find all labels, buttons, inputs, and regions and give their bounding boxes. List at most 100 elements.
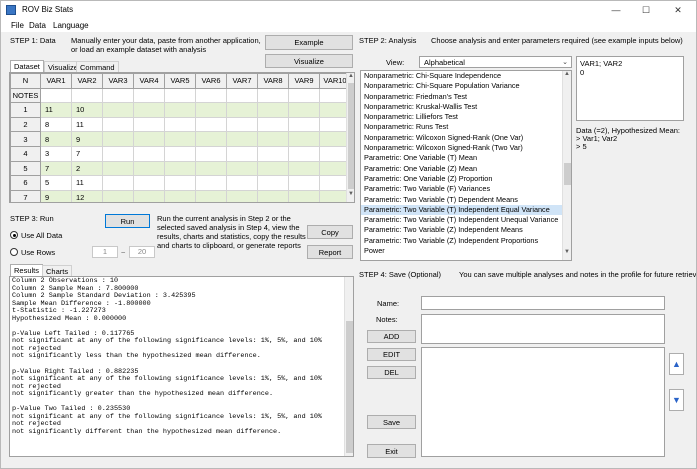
grid-cell[interactable] (133, 102, 165, 118)
grid-cell[interactable] (257, 87, 289, 104)
grid-cell[interactable] (102, 87, 134, 104)
grid-cell[interactable] (133, 87, 165, 104)
grid-cell[interactable] (288, 131, 320, 147)
column-header[interactable]: VAR4 (133, 73, 165, 89)
parameter-input[interactable]: VAR1; VAR2 0 (576, 56, 684, 121)
analysis-vertical-scrollbar[interactable]: ▲ ▼ (562, 71, 571, 260)
grid-cell[interactable] (195, 102, 227, 118)
minimize-button[interactable]: — (601, 3, 631, 17)
exit-button[interactable]: Exit (367, 444, 416, 458)
column-header[interactable]: VAR7 (226, 73, 258, 89)
grid-cell[interactable] (164, 145, 196, 162)
list-item[interactable]: Nonparametric: Wilcoxon Signed-Rank (One… (361, 133, 563, 143)
grid-cell[interactable] (164, 102, 196, 118)
list-item[interactable]: Nonparametric: Kruskal-Wallis Test (361, 102, 563, 112)
column-header[interactable]: VAR5 (164, 73, 196, 89)
list-item[interactable]: Nonparametric: Runs Test (361, 122, 563, 132)
grid-cell[interactable] (226, 189, 258, 202)
grid-cell[interactable]: 11 (71, 175, 103, 191)
view-select[interactable]: Alphabetical ⌄ (419, 56, 572, 68)
row-to-input[interactable]: 20 (129, 246, 155, 258)
name-input[interactable] (421, 296, 665, 310)
grid-cell[interactable] (102, 102, 134, 118)
grid-cell[interactable] (102, 131, 134, 147)
list-item[interactable]: Parametric: Two Variable (Z) Independent… (361, 236, 563, 246)
copy-button[interactable]: Copy (307, 225, 353, 239)
run-button[interactable]: Run (105, 214, 150, 228)
grid-cell[interactable] (288, 189, 320, 202)
grid-cell[interactable] (164, 116, 196, 133)
results-scroll-thumb[interactable] (346, 321, 353, 453)
results-panel[interactable]: Column 2 Observations : 10 Column 2 Samp… (9, 276, 354, 457)
move-down-button[interactable]: ▼ (669, 389, 684, 411)
grid-cell[interactable]: 7 (71, 145, 103, 162)
grid-cell[interactable]: 10 (71, 102, 103, 118)
grid-cell[interactable] (195, 87, 227, 104)
grid-cell[interactable]: 11 (71, 116, 103, 133)
grid-cell[interactable] (102, 189, 134, 202)
grid-cell[interactable] (133, 189, 165, 202)
tab-results[interactable]: Results (10, 264, 44, 276)
grid-cell[interactable] (195, 175, 227, 191)
grid-cell[interactable] (257, 175, 289, 191)
grid-cell[interactable]: 9 (40, 189, 72, 202)
grid-cell[interactable] (226, 87, 258, 104)
grid-cell[interactable] (257, 145, 289, 162)
grid-cell[interactable]: 8 (40, 131, 72, 147)
grid-cell[interactable]: 11 (40, 102, 72, 118)
analysis-list[interactable]: Nonparametric: Chi-Square Independence No… (360, 70, 572, 261)
tab-dataset[interactable]: Dataset (10, 60, 44, 72)
notes-input[interactable] (421, 314, 665, 344)
grid-cell[interactable] (226, 160, 258, 177)
tab-charts[interactable]: Charts (42, 265, 73, 276)
save-button[interactable]: Save (367, 415, 416, 429)
grid-cell[interactable] (102, 145, 134, 162)
grid-cell[interactable] (288, 160, 320, 177)
column-header[interactable]: VAR2 (71, 73, 103, 89)
grid-cell[interactable] (288, 87, 320, 104)
grid-cell[interactable] (288, 102, 320, 118)
grid-cell[interactable] (102, 160, 134, 177)
grid-cell[interactable] (288, 116, 320, 133)
grid-cell[interactable]: 5 (40, 175, 72, 191)
grid-cell[interactable] (195, 131, 227, 147)
grid-cell[interactable] (226, 145, 258, 162)
column-header[interactable]: VAR8 (257, 73, 289, 89)
list-item[interactable]: Nonparametric: Chi-Square Population Var… (361, 81, 563, 91)
grid-cell[interactable] (257, 131, 289, 147)
list-item[interactable]: Nonparametric: Wilcoxon Signed-Rank (Two… (361, 143, 563, 153)
list-item[interactable]: Parametric: Two Variable (T) Dependent M… (361, 195, 563, 205)
grid-cell[interactable] (195, 160, 227, 177)
use-rows-radio[interactable] (10, 248, 18, 256)
grid-cell[interactable] (226, 102, 258, 118)
analysis-scroll-thumb[interactable] (564, 163, 571, 185)
list-item[interactable]: Parametric: Two Variable (F) Variances (361, 184, 563, 194)
results-vertical-scrollbar[interactable] (344, 277, 353, 456)
grid-cell[interactable] (226, 175, 258, 191)
grid-cell[interactable] (195, 145, 227, 162)
grid-cell[interactable] (133, 160, 165, 177)
report-button[interactable]: Report (307, 245, 353, 259)
grid-cell[interactable]: 12 (71, 189, 103, 202)
tab-command[interactable]: Command (76, 61, 119, 72)
grid-cell[interactable] (164, 87, 196, 104)
grid-cell[interactable]: 2 (71, 160, 103, 177)
grid-cell[interactable] (164, 189, 196, 202)
grid-cell[interactable] (164, 160, 196, 177)
edit-button[interactable]: EDIT (367, 348, 416, 361)
row-from-input[interactable]: 1 (92, 246, 118, 258)
column-header[interactable]: VAR1 (40, 73, 72, 89)
grid-cell[interactable] (257, 160, 289, 177)
maximize-button[interactable]: ☐ (631, 3, 661, 17)
grid-cell[interactable] (164, 131, 196, 147)
example-button[interactable]: Example (265, 35, 353, 50)
grid-cell[interactable] (257, 189, 289, 202)
grid-cell[interactable] (226, 131, 258, 147)
grid-cell[interactable] (133, 131, 165, 147)
grid-cell[interactable] (133, 145, 165, 162)
list-item[interactable]: Nonparametric: Chi-Square Independence (361, 71, 563, 81)
grid-cell[interactable] (257, 102, 289, 118)
del-button[interactable]: DEL (367, 366, 416, 379)
scroll-thumb[interactable] (348, 83, 354, 189)
grid-cell[interactable] (164, 175, 196, 191)
